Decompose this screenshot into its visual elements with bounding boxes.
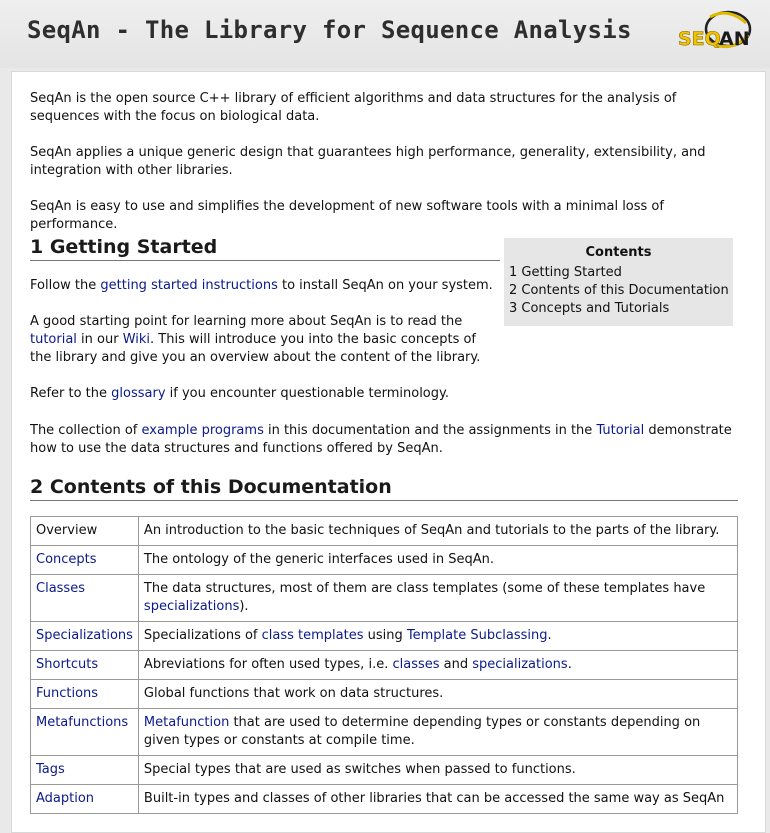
specializations-inline-link-2[interactable]: specializations — [472, 657, 567, 672]
svg-text:SEQ: SEQ — [678, 28, 721, 50]
toc-item-getting-started[interactable]: 1 Getting Started — [509, 264, 733, 282]
row-name-overview: Overview — [30, 516, 139, 546]
getting-started-paragraph-4-wrap: The collection of example programs in th… — [30, 422, 740, 476]
tags-link[interactable]: Tags — [36, 762, 65, 777]
toc-title: Contents — [585, 245, 652, 260]
metafunctions-link[interactable]: Metafunctions — [36, 715, 128, 730]
table-row: Functions Global functions that work on … — [30, 679, 739, 709]
table-row: Tags Special types that are used as swit… — [30, 755, 739, 785]
tutorial-link[interactable]: tutorial — [30, 332, 77, 347]
getting-started-instructions-link[interactable]: getting started instructions — [100, 278, 277, 293]
getting-started-paragraph-2: A good starting point for learning more … — [30, 314, 481, 365]
row-desc: Built-in types and classes of other libr… — [137, 784, 739, 814]
section-heading-getting-started: 1 Getting Started — [30, 236, 500, 261]
template-subclassing-link[interactable]: Template Subclassing — [407, 628, 548, 643]
row-desc: Specializations of class templates using… — [137, 621, 739, 651]
classes-inline-link[interactable]: classes — [392, 657, 439, 672]
row-desc: Abreviations for often used types, i.e. … — [137, 650, 739, 680]
intro-paragraph-2: SeqAn applies a unique generic design th… — [30, 145, 706, 178]
page-title: SeqAn - The Library for Sequence Analysi… — [27, 16, 632, 44]
example-programs-link[interactable]: example programs — [141, 423, 263, 438]
getting-started-section: 1 Getting Started Follow the getting sta… — [30, 236, 500, 421]
classes-link[interactable]: Classes — [36, 581, 85, 596]
table-of-contents: Contents 1 Getting Started 2 Contents of… — [504, 238, 733, 326]
intro-paragraph-1: SeqAn is the open source C++ library of … — [30, 91, 677, 124]
row-desc: Special types that are used as switches … — [137, 755, 739, 785]
functions-link[interactable]: Functions — [36, 686, 98, 701]
adaption-link[interactable]: Adaption — [36, 791, 94, 806]
contents-table: Overview An introduction to the basic te… — [30, 516, 739, 814]
intro-paragraph-3: SeqAn is easy to use and simplifies the … — [30, 199, 664, 232]
specializations-inline-link[interactable]: specializations — [144, 599, 239, 614]
row-desc: Metafunction that are used to determine … — [137, 708, 739, 756]
getting-started-paragraph-1: Follow the getting started instructions … — [30, 278, 493, 293]
getting-started-paragraph-4: The collection of example programs in th… — [30, 423, 732, 456]
class-templates-link[interactable]: class templates — [262, 628, 364, 643]
table-row: Metafunctions Metafunction that are used… — [30, 708, 739, 756]
row-desc: The ontology of the generic interfaces u… — [137, 545, 739, 575]
page-header: SeqAn - The Library for Sequence Analysi… — [0, 0, 770, 68]
glossary-link[interactable]: glossary — [111, 386, 165, 401]
row-desc: The data structures, most of them are cl… — [137, 574, 739, 622]
main-content: SeqAn is the open source C++ library of … — [11, 71, 766, 833]
tutorial-link-2[interactable]: Tutorial — [596, 423, 644, 438]
seqan-logo[interactable]: SEQ AN — [676, 9, 754, 59]
contents-section: 2 Contents of this Documentation Overvie… — [30, 476, 739, 814]
table-row: Concepts The ontology of the generic int… — [30, 545, 739, 575]
metafunction-inline-link[interactable]: Metafunction — [144, 715, 229, 730]
table-row: Overview An introduction to the basic te… — [30, 516, 739, 546]
row-desc: An introduction to the basic techniques … — [137, 516, 739, 546]
toc-item-concepts[interactable]: 3 Concepts and Tutorials — [509, 300, 733, 318]
table-row: Specializations Specializations of class… — [30, 621, 739, 651]
wiki-link[interactable]: Wiki — [123, 332, 150, 347]
table-row: Adaption Built-in types and classes of o… — [30, 784, 739, 814]
table-row: Classes The data structures, most of the… — [30, 574, 739, 622]
row-desc: Global functions that work on data struc… — [137, 679, 739, 709]
table-row: Shortcuts Abreviations for often used ty… — [30, 650, 739, 680]
toc-item-contents[interactable]: 2 Contents of this Documentation — [509, 282, 733, 300]
section-heading-contents: 2 Contents of this Documentation — [30, 476, 738, 501]
svg-text:AN: AN — [719, 28, 750, 50]
specializations-link[interactable]: Specializations — [36, 628, 133, 643]
getting-started-paragraph-3: Refer to the glossary if you encounter q… — [30, 386, 449, 401]
shortcuts-link[interactable]: Shortcuts — [36, 657, 98, 672]
concepts-link[interactable]: Concepts — [36, 552, 97, 567]
